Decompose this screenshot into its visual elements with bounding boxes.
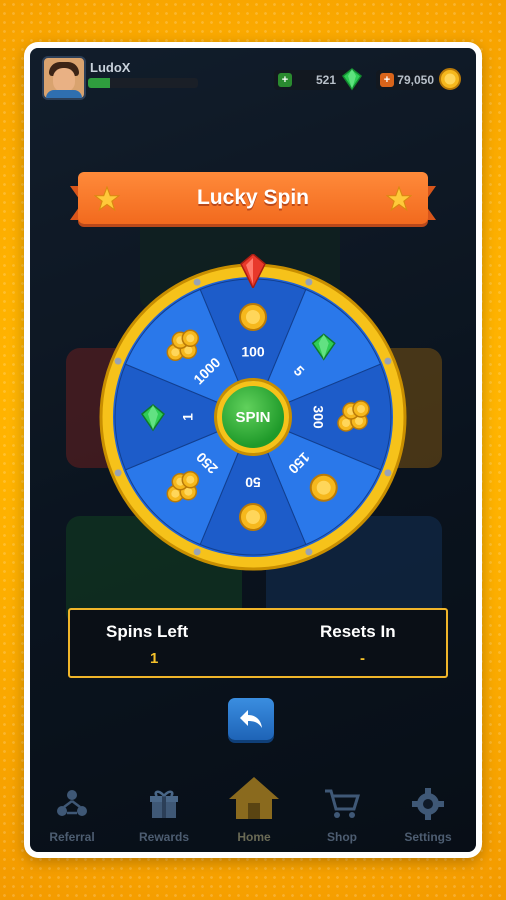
modal-banner: Lucky Spin <box>78 172 428 224</box>
spin-button[interactable]: SPIN <box>217 381 289 453</box>
nav-shop-label: Shop <box>327 830 357 844</box>
xp-bar <box>88 78 198 88</box>
coin-icon <box>309 473 338 502</box>
wheel-segment-label: 300 <box>310 405 326 429</box>
avatar[interactable] <box>42 56 86 100</box>
coin-icon <box>239 503 267 531</box>
gift-icon <box>150 790 178 818</box>
nav-referral[interactable]: Referral <box>32 787 112 844</box>
gems-counter[interactable]: + 521 <box>274 68 363 91</box>
wheel-segment-label: 1 <box>180 413 196 421</box>
bottom-nav: Referral Rewards Home Shop Settings <box>30 758 476 852</box>
add-coins-button[interactable]: + <box>380 73 394 87</box>
nav-shop[interactable]: Shop <box>302 787 382 844</box>
spins-left-value: 1 <box>150 650 159 667</box>
star-icon <box>386 186 412 212</box>
gear-icon <box>412 788 444 820</box>
game-screen: LudoX + 521 + 79,050 Lucky Spin 100 5 300 1… <box>30 48 476 852</box>
wheel-segment-label: 100 <box>241 344 265 360</box>
home-icon <box>229 777 279 819</box>
nav-rewards[interactable]: Rewards <box>124 787 204 844</box>
username: LudoX <box>90 60 131 75</box>
coin-icon <box>439 68 461 90</box>
referral-icon <box>57 790 87 816</box>
nav-rewards-label: Rewards <box>138 830 190 844</box>
add-gems-button[interactable]: + <box>278 73 292 87</box>
wheel-segment-label: 50 <box>245 474 261 490</box>
coin-icon <box>239 303 267 331</box>
nav-settings-label: Settings <box>404 830 452 844</box>
nav-settings[interactable]: Settings <box>388 787 468 844</box>
back-button[interactable] <box>228 698 274 740</box>
resets-in-value: - <box>360 650 365 667</box>
spins-left-label: Spins Left <box>106 622 189 641</box>
lucky-spin-wheel[interactable]: 100 5 300 150 50 250 1 1000 SPIN <box>98 254 408 572</box>
cart-icon <box>325 789 361 818</box>
coins-counter[interactable]: + 79,050 <box>376 68 461 90</box>
wheel-pointer-icon <box>240 254 266 288</box>
nav-home-label: Home <box>237 830 271 844</box>
spin-info-panel: Spins Left 1 Resets In - <box>68 608 448 678</box>
resets-in-label: Resets In <box>320 622 396 641</box>
modal-title: Lucky Spin <box>196 186 310 209</box>
nav-referral-label: Referral <box>49 830 95 844</box>
nav-home[interactable]: Home <box>214 775 294 844</box>
back-arrow-icon <box>240 710 262 728</box>
gem-icon <box>341 68 363 91</box>
